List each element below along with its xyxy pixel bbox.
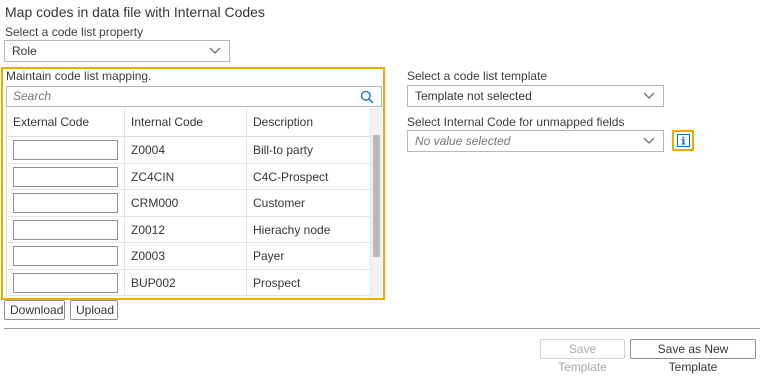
external-code-cell bbox=[7, 190, 125, 216]
save-as-new-template-button[interactable]: Save as New Template bbox=[630, 339, 756, 374]
table-row: Z0004 Bill-to party bbox=[7, 137, 370, 164]
description-cell: Hierachy node bbox=[253, 222, 331, 237]
unmapped-select-placeholder: No value selected bbox=[415, 134, 511, 148]
table-row: CRM000 Customer bbox=[7, 190, 370, 217]
page-title: Map codes in data file with Internal Cod… bbox=[5, 4, 265, 20]
search-input[interactable]: Search bbox=[6, 86, 382, 107]
chevron-down-icon bbox=[643, 137, 655, 144]
scrollbar-thumb[interactable] bbox=[373, 135, 380, 257]
mapping-section: Maintain code list mapping. Search Exter… bbox=[1, 67, 385, 300]
template-select[interactable]: Template not selected bbox=[407, 85, 664, 107]
column-header-internal-code: Internal Code bbox=[125, 108, 247, 137]
external-code-input[interactable] bbox=[13, 166, 118, 187]
internal-code-cell: CRM000 bbox=[125, 190, 247, 216]
unmapped-select[interactable]: No value selected bbox=[407, 130, 664, 152]
internal-code-cell: ZC4CIN bbox=[125, 163, 247, 190]
external-code-input[interactable] bbox=[13, 246, 118, 266]
footer-divider bbox=[4, 328, 760, 329]
column-header-external-code: External Code bbox=[7, 108, 125, 137]
description-cell: Payer bbox=[253, 249, 285, 263]
table-scrollbar[interactable] bbox=[370, 108, 382, 297]
unmapped-label: Select Internal Code for unmapped fields bbox=[407, 115, 625, 129]
internal-code-cell: Z0012 bbox=[125, 216, 247, 243]
info-icon bbox=[677, 134, 690, 147]
description-cell: Prospect bbox=[253, 275, 301, 290]
column-header-description: Description bbox=[253, 115, 314, 129]
chevron-down-icon bbox=[643, 92, 655, 99]
table-row: BUP002 Prospect bbox=[7, 269, 370, 296]
upload-button[interactable]: Upload bbox=[70, 300, 118, 320]
external-code-cell bbox=[7, 243, 125, 269]
table-header: External Code Internal Code Description bbox=[7, 108, 370, 137]
chevron-down-icon bbox=[209, 47, 221, 54]
description-cell: C4C-Prospect bbox=[253, 169, 329, 184]
template-select-value: Template not selected bbox=[415, 89, 532, 103]
internal-code-cell: BUP002 bbox=[125, 269, 247, 296]
property-select-value: Role bbox=[12, 44, 37, 58]
search-placeholder: Search bbox=[13, 89, 52, 103]
external-code-input[interactable] bbox=[13, 219, 118, 240]
external-code-input[interactable] bbox=[13, 193, 118, 213]
template-label: Select a code list template bbox=[407, 69, 548, 83]
table-row: Z0003 Payer bbox=[7, 243, 370, 270]
mapping-label: Maintain code list mapping. bbox=[6, 69, 152, 83]
external-code-input[interactable] bbox=[13, 272, 118, 293]
external-code-cell bbox=[7, 216, 125, 243]
external-code-input[interactable] bbox=[13, 140, 118, 160]
description-cell: Bill-to party bbox=[253, 143, 314, 157]
property-select[interactable]: Role bbox=[4, 40, 230, 62]
info-button[interactable] bbox=[672, 130, 694, 151]
internal-code-cell: Z0003 bbox=[125, 243, 247, 269]
description-cell: Customer bbox=[253, 196, 306, 210]
table-row: ZC4CIN C4C-Prospect bbox=[7, 163, 370, 190]
internal-code-cell: Z0004 bbox=[125, 137, 247, 163]
external-code-cell bbox=[7, 269, 125, 296]
external-code-cell bbox=[7, 137, 125, 163]
save-template-button[interactable]: Save Template bbox=[540, 339, 625, 374]
search-icon[interactable] bbox=[360, 90, 374, 104]
property-label: Select a code list property bbox=[5, 25, 144, 39]
table-row: Z0012 Hierachy node bbox=[7, 216, 370, 243]
external-code-cell bbox=[7, 163, 125, 190]
download-button[interactable]: Download bbox=[4, 300, 65, 320]
mapping-table: External Code Internal Code Description … bbox=[6, 108, 370, 297]
